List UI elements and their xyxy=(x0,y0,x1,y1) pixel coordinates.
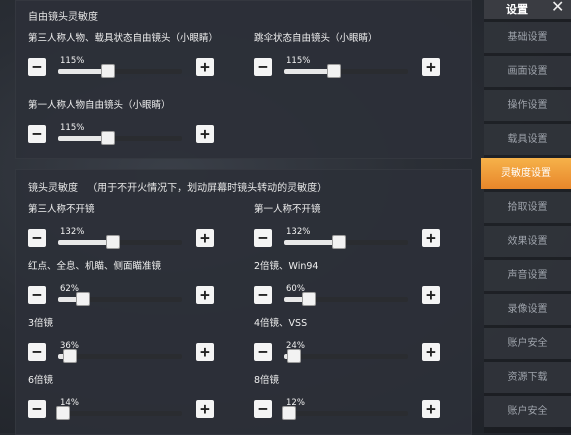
sidebar-header: 设置 ✕ xyxy=(484,0,571,19)
slider-handle[interactable] xyxy=(287,349,301,363)
sidebar-item[interactable]: 账户安全 xyxy=(484,396,571,427)
sidebar-item[interactable]: 声音设置 xyxy=(484,260,571,291)
free-camera-title: 自由镜头灵敏度 xyxy=(28,12,98,23)
slider-track[interactable] xyxy=(284,64,408,78)
slider-track[interactable] xyxy=(58,131,182,145)
slider-label: 第三人称人物、载具状态自由镜头（小眼睛） xyxy=(28,33,219,44)
sidebar-item[interactable]: 效果设置 xyxy=(484,226,571,257)
slider-handle[interactable] xyxy=(327,64,341,78)
slider-handle[interactable] xyxy=(63,349,77,363)
decrease-button[interactable]: − xyxy=(28,125,46,143)
slider-label: 6倍镜 xyxy=(28,375,54,386)
slider-label: 3倍镜 xyxy=(28,318,54,329)
sidebar-item[interactable]: 载具设置 xyxy=(484,124,571,155)
slider-handle[interactable] xyxy=(106,235,120,249)
decrease-button[interactable]: − xyxy=(28,400,46,418)
sidebar-item[interactable]: 操作设置 xyxy=(484,90,571,121)
sidebar-item[interactable]: 录像设置 xyxy=(484,294,571,325)
sidebar-item[interactable]: 灵敏度设置 xyxy=(481,158,571,189)
sidebar-title: 设置 xyxy=(506,3,528,16)
increase-button[interactable]: + xyxy=(422,229,440,247)
slider-label: 4倍镜、VSS xyxy=(254,318,308,329)
lens-title-text: 镜头灵敏度 xyxy=(28,183,78,194)
sidebar-item[interactable]: 基础设置 xyxy=(484,22,571,53)
slider-value: 115% xyxy=(60,56,85,66)
slider-label: 跳伞状态自由镜头（小眼睛） xyxy=(254,33,378,44)
increase-button[interactable]: + xyxy=(196,343,214,361)
slider-track[interactable] xyxy=(58,235,182,249)
slider-value: 115% xyxy=(60,123,85,133)
slider-handle[interactable] xyxy=(76,292,90,306)
decrease-button[interactable]: − xyxy=(254,286,272,304)
slider-label: 2倍镜、Win94 xyxy=(254,261,319,272)
settings-sidebar: 设置 ✕ 基础设置 画面设置 操作设置 载具设置 灵敏度设置 拾取设置 效果设置 声音设置 录像… xyxy=(481,0,571,433)
sidebar-item[interactable]: 账户安全 xyxy=(484,328,571,359)
sidebar-item[interactable]: 画面设置 xyxy=(484,56,571,87)
sidebar-item[interactable]: 资源下载 xyxy=(484,362,571,393)
slider-handle[interactable] xyxy=(282,406,296,420)
decrease-button[interactable]: − xyxy=(254,58,272,76)
decrease-button[interactable]: − xyxy=(254,343,272,361)
increase-button[interactable]: + xyxy=(196,400,214,418)
slider-value: 132% xyxy=(60,227,85,237)
slider-handle[interactable] xyxy=(101,131,115,145)
decrease-button[interactable]: − xyxy=(254,400,272,418)
increase-button[interactable]: + xyxy=(422,400,440,418)
slider-handle[interactable] xyxy=(302,292,316,306)
slider-track[interactable] xyxy=(284,292,408,306)
slider-fill xyxy=(58,240,113,245)
slider-handle[interactable] xyxy=(332,235,346,249)
slider-label: 红点、全息、机瞄、侧面瞄准镜 xyxy=(28,261,162,272)
slider-label: 第一人称不开镜 xyxy=(254,204,321,215)
slider-label: 第一人称人物自由镜头（小眼睛） xyxy=(28,100,171,111)
decrease-button[interactable]: − xyxy=(28,286,46,304)
increase-button[interactable]: + xyxy=(422,58,440,76)
slider-track[interactable] xyxy=(282,406,408,420)
slider-track[interactable] xyxy=(58,349,182,363)
increase-button[interactable]: + xyxy=(422,286,440,304)
increase-button[interactable]: + xyxy=(196,58,214,76)
slider-track[interactable] xyxy=(284,235,408,249)
slider-value: 115% xyxy=(286,56,311,66)
decrease-button[interactable]: − xyxy=(28,58,46,76)
decrease-button[interactable]: − xyxy=(254,229,272,247)
increase-button[interactable]: + xyxy=(196,229,214,247)
decrease-button[interactable]: − xyxy=(28,229,46,247)
slider-value: 132% xyxy=(286,227,311,237)
lens-title: 镜头灵敏度 （用于不开火情况下，划动屏幕时镜头转动的灵敏度） xyxy=(28,179,327,194)
slider-handle[interactable] xyxy=(56,406,70,420)
increase-button[interactable]: + xyxy=(196,125,214,143)
slider-track[interactable] xyxy=(58,292,182,306)
sidebar-item[interactable]: 拾取设置 xyxy=(484,192,571,223)
increase-button[interactable]: + xyxy=(422,343,440,361)
decrease-button[interactable]: − xyxy=(28,343,46,361)
lens-subtitle: （用于不开火情况下，划动屏幕时镜头转动的灵敏度） xyxy=(87,183,328,194)
close-icon[interactable]: ✕ xyxy=(551,0,564,16)
slider-track[interactable] xyxy=(284,349,408,363)
slider-handle[interactable] xyxy=(101,64,115,78)
increase-button[interactable]: + xyxy=(196,286,214,304)
slider-track[interactable] xyxy=(58,64,182,78)
slider-track[interactable] xyxy=(56,406,182,420)
slider-label: 8倍镜 xyxy=(254,375,280,386)
slider-label: 第三人称不开镜 xyxy=(28,204,95,215)
slider-fill xyxy=(284,240,339,245)
